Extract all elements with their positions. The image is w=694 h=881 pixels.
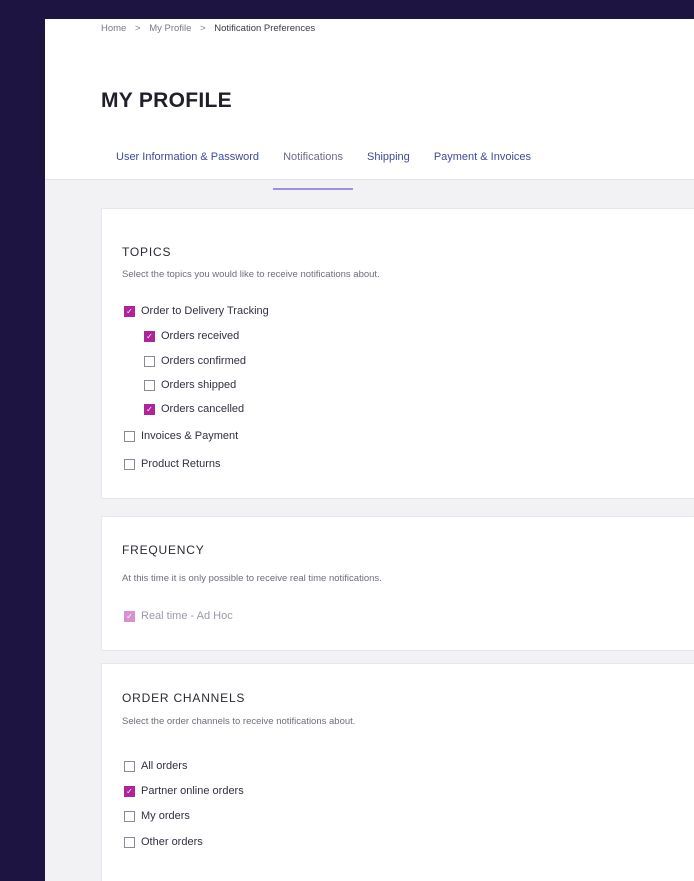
order-channels-description: Select the order channels to receive not…	[122, 716, 356, 727]
option-label: My orders	[141, 810, 190, 822]
page-header: Home > My Profile > Notification Prefere…	[45, 19, 694, 190]
option-label: Orders confirmed	[161, 355, 246, 367]
channel-all-orders[interactable]: All orders	[124, 760, 187, 772]
topic-product-returns[interactable]: Product Returns	[124, 458, 220, 470]
checkbox[interactable]	[144, 355, 155, 367]
topic-orders-cancelled[interactable]: Orders cancelled	[144, 403, 244, 415]
page-title: MY PROFILE	[101, 89, 232, 112]
topics-description: Select the topics you would like to rece…	[122, 269, 380, 280]
option-label: Partner online orders	[141, 785, 244, 797]
channel-my-orders[interactable]: My orders	[124, 810, 190, 822]
checkbox[interactable]	[124, 305, 135, 317]
order-channels-card: ORDER CHANNELS Select the order channels…	[101, 663, 694, 881]
checkbox[interactable]	[144, 403, 155, 415]
breadcrumb: Home > My Profile > Notification Prefere…	[101, 23, 315, 34]
checkbox[interactable]	[144, 330, 155, 342]
frequency-heading: FREQUENCY	[122, 543, 205, 557]
checkbox[interactable]	[124, 836, 135, 848]
option-label: Other orders	[141, 836, 203, 848]
frequency-real-time: Real time - Ad Hoc	[124, 610, 233, 622]
breadcrumb-home[interactable]: Home	[101, 23, 126, 34]
checkbox[interactable]	[124, 760, 135, 772]
option-label: Product Returns	[141, 458, 221, 470]
tab-shipping[interactable]: Shipping	[357, 148, 420, 178]
topic-invoices-payment[interactable]: Invoices & Payment	[124, 430, 238, 442]
checkbox[interactable]	[124, 810, 135, 822]
breadcrumb-separator: >	[134, 23, 141, 34]
checkbox[interactable]	[124, 430, 135, 442]
topic-orders-confirmed[interactable]: Orders confirmed	[144, 355, 246, 367]
checkbox[interactable]	[124, 785, 135, 797]
channel-partner-online-orders[interactable]: Partner online orders	[124, 785, 244, 797]
topic-orders-received[interactable]: Orders received	[144, 330, 239, 342]
checkbox	[124, 610, 135, 622]
option-label: Real time - Ad Hoc	[141, 610, 233, 622]
frequency-description: At this time it is only possible to rece…	[122, 573, 382, 584]
option-label: All orders	[141, 760, 188, 772]
profile-tabs: User Information & Password Notification…	[101, 148, 545, 190]
topics-card: TOPICS Select the topics you would like …	[101, 208, 694, 499]
tab-payment-invoices[interactable]: Payment & Invoices	[424, 148, 541, 178]
topic-order-to-delivery[interactable]: Order to Delivery Tracking	[124, 305, 269, 317]
option-label: Invoices & Payment	[141, 430, 239, 442]
option-label: Orders shipped	[161, 379, 237, 391]
checkbox[interactable]	[124, 458, 135, 470]
option-label: Order to Delivery Tracking	[141, 305, 269, 317]
frequency-card: FREQUENCY At this time it is only possib…	[101, 516, 694, 651]
checkbox[interactable]	[144, 379, 155, 391]
tab-notifications[interactable]: Notifications	[273, 148, 353, 190]
breadcrumb-current: Notification Preferences	[214, 23, 316, 34]
breadcrumb-separator: >	[200, 23, 206, 34]
topic-orders-shipped[interactable]: Orders shipped	[144, 379, 236, 391]
option-label: Orders received	[161, 330, 240, 342]
app-page: Home > My Profile > Notification Prefere…	[45, 19, 694, 881]
order-channels-heading: ORDER CHANNELS	[122, 691, 246, 705]
option-label: Orders cancelled	[161, 403, 245, 415]
breadcrumb-profile[interactable]: My Profile	[149, 23, 191, 34]
tab-user-information[interactable]: User Information & Password	[101, 148, 269, 178]
channel-other-orders[interactable]: Other orders	[124, 836, 203, 848]
topics-heading: TOPICS	[122, 245, 172, 259]
